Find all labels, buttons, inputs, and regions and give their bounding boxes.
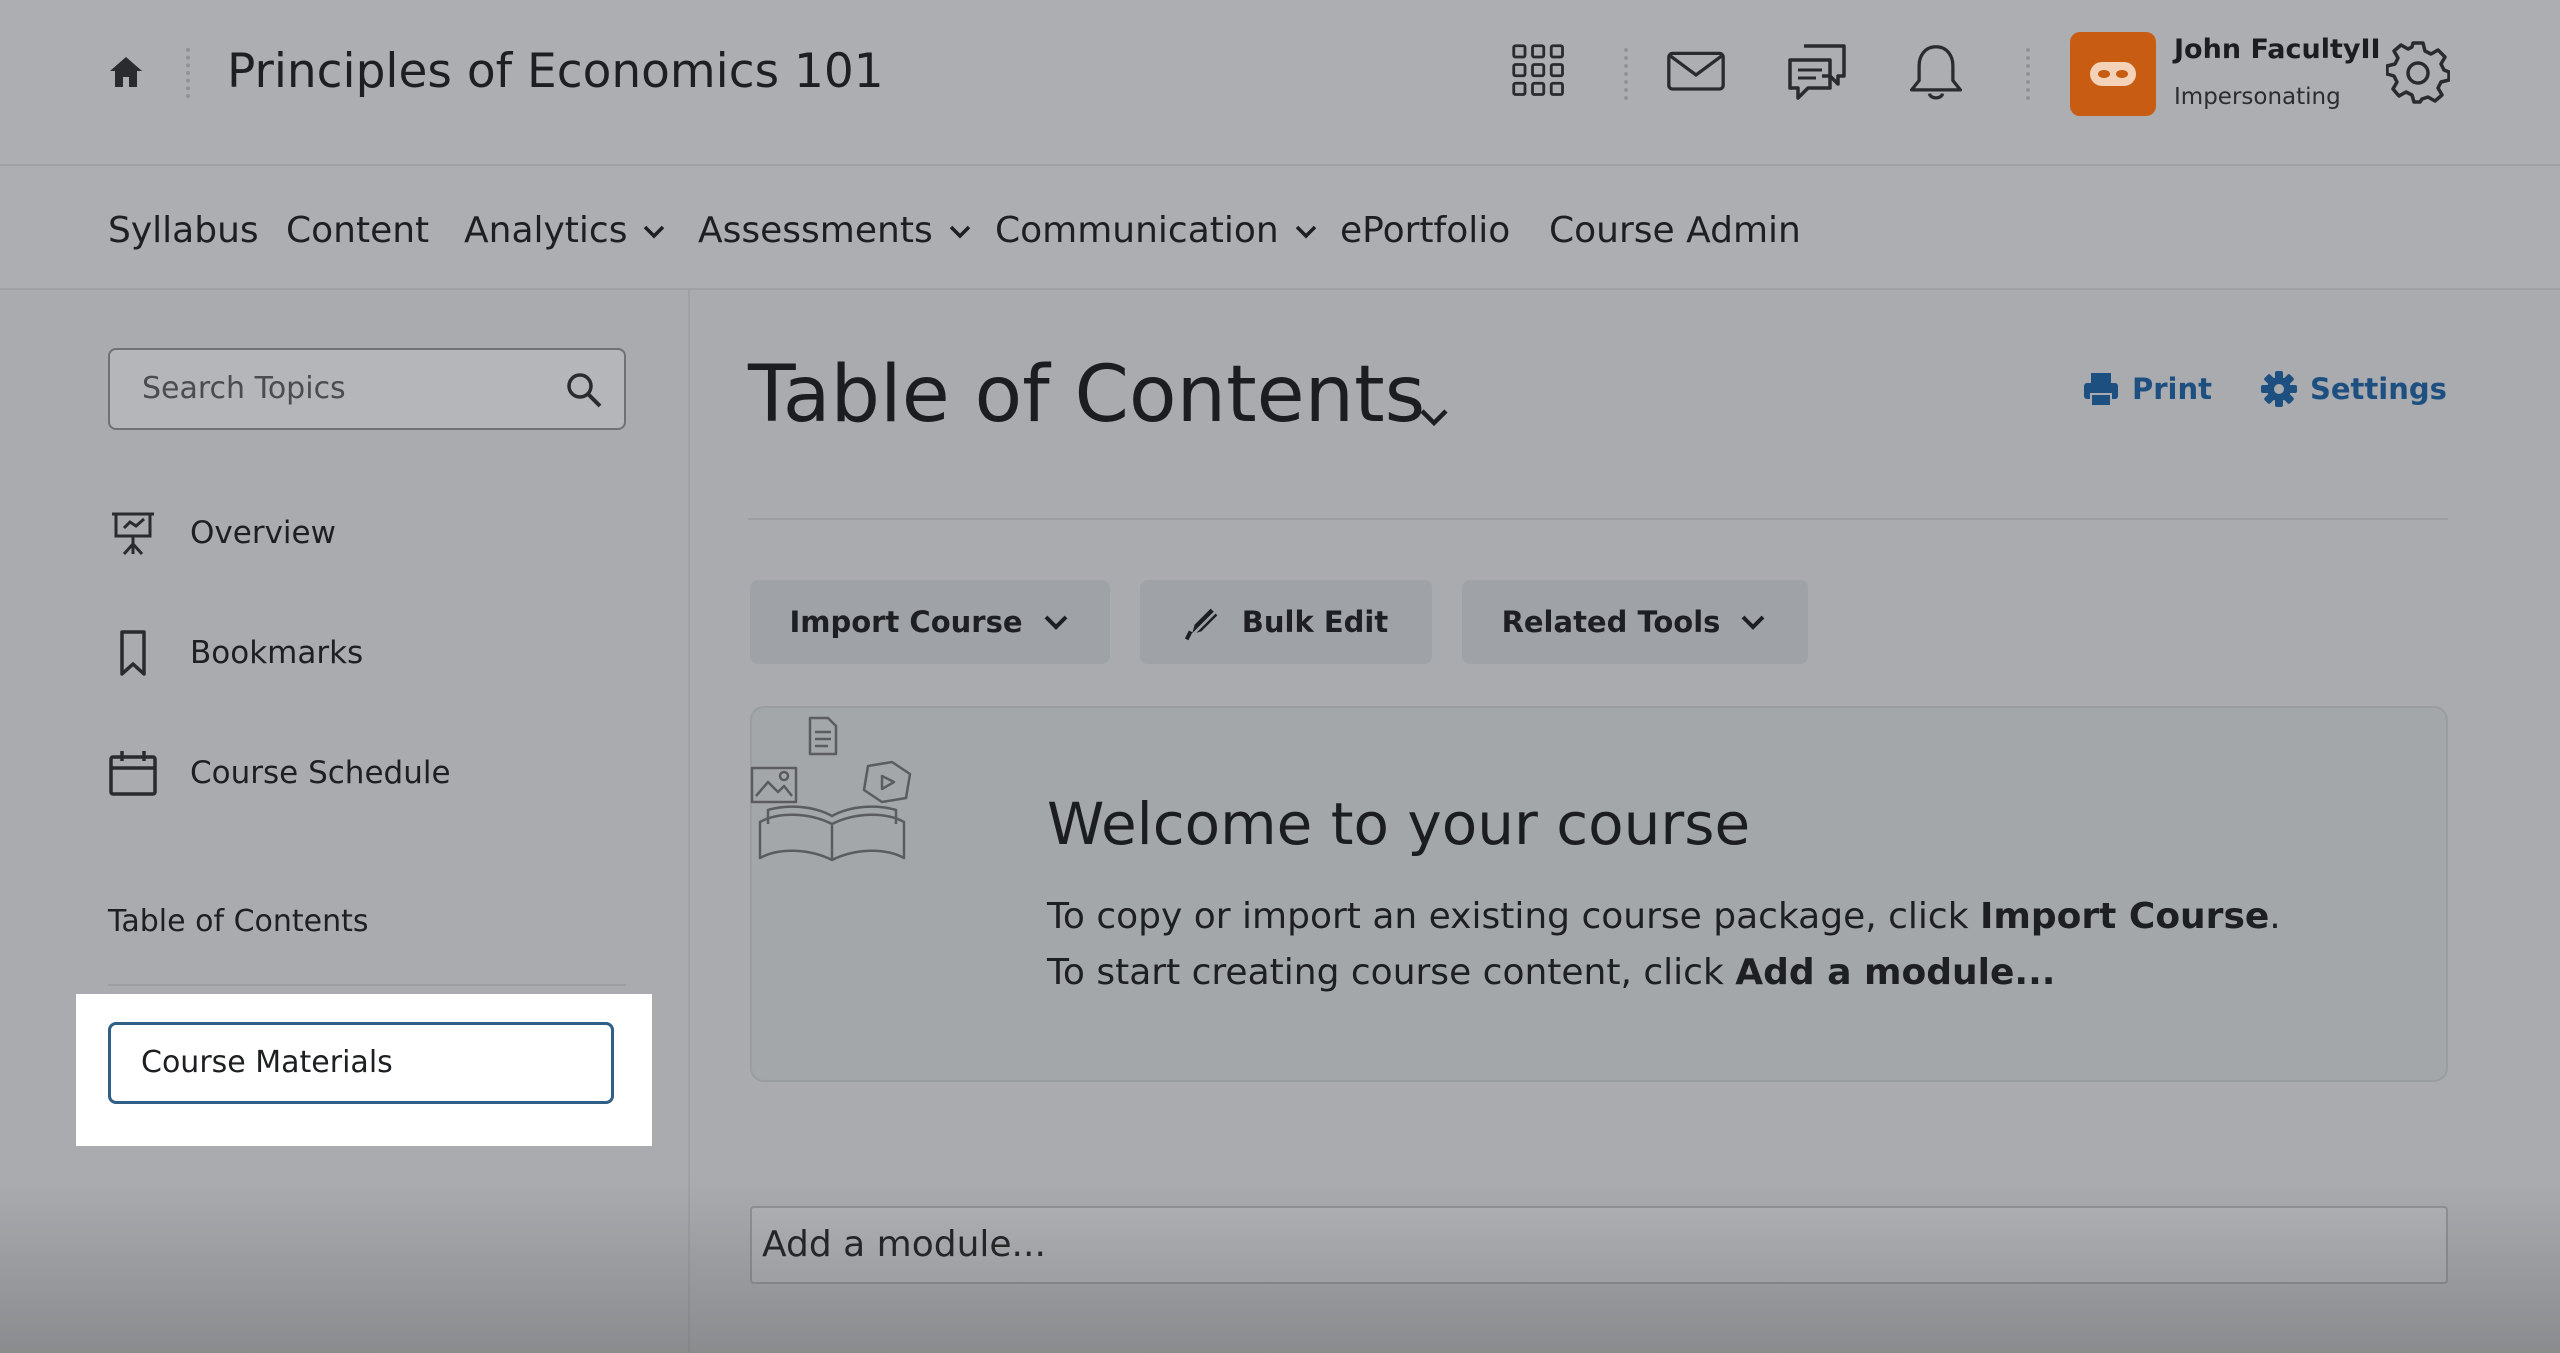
user-role: Impersonating [2174,84,2341,110]
welcome-title: Welcome to your course [1047,790,1750,858]
search-input[interactable] [140,370,544,407]
nav-syllabus[interactable]: Syllabus [108,210,259,251]
chevron-down-icon [1041,607,1071,637]
home-icon[interactable] [106,52,146,92]
sidebar-item-overview[interactable]: Overview [108,508,336,558]
chevron-down-icon [641,218,667,244]
welcome-card [750,706,2448,1082]
bookmark-icon [108,628,158,678]
search-box[interactable] [108,348,626,430]
nav-assessments[interactable]: Assessments [698,210,973,251]
presentation-icon [108,508,158,558]
chevron-down-icon [1738,607,1768,637]
bell-icon[interactable] [1906,40,1970,104]
avatar[interactable] [2070,32,2156,116]
mail-icon[interactable] [1664,44,1728,108]
chevron-down-icon[interactable] [1414,402,1454,432]
header-divider [1624,48,1628,100]
welcome-instruction-import: To copy or import an existing course pac… [1047,896,2281,937]
import-course-button[interactable]: Import Course [750,580,1110,664]
add-module-placeholder: Add a module... [762,1224,1046,1265]
nav-course-admin[interactable]: Course Admin [1549,210,1801,251]
search-icon[interactable] [564,370,604,410]
nav-content[interactable]: Content [286,210,429,251]
sidebar [0,290,690,1353]
button-label: Bulk Edit [1242,605,1388,639]
sidebar-item-label: Overview [190,515,336,551]
gear-icon[interactable] [2386,40,2450,104]
pencil-icon [1184,602,1224,642]
book-media-illustration [748,712,918,862]
settings-label: Settings [2310,372,2447,406]
toc-sidebar-heading[interactable]: Table of Contents [108,904,369,939]
page-title: Table of Contents [748,350,1425,440]
sidebar-item-course-schedule[interactable]: Course Schedule [108,748,451,798]
button-label: Import Course [789,605,1022,639]
mask-icon [2070,32,2156,116]
nav-communication[interactable]: Communication [995,210,1319,251]
gear-icon [2260,370,2298,408]
chevron-down-icon [947,218,973,244]
print-label: Print [2132,372,2212,406]
button-label: Related Tools [1502,605,1721,639]
settings-button[interactable]: Settings [2260,370,2447,408]
user-name[interactable]: John FacultyII [2174,34,2381,65]
sidebar-item-label: Bookmarks [190,635,363,671]
course-navbar: Syllabus Content Analytics Assessments C… [0,166,2560,290]
module-course-materials[interactable]: Course Materials [108,1022,614,1104]
nav-analytics[interactable]: Analytics [464,210,667,251]
module-label: Course Materials [141,1045,393,1080]
related-tools-button[interactable]: Related Tools [1462,580,1808,664]
sidebar-item-label: Course Schedule [190,755,451,791]
waffle-icon[interactable] [1510,42,1574,106]
add-module-input[interactable]: Add a module... [750,1206,2448,1284]
calendar-icon [108,748,158,798]
divider [748,518,2448,520]
printer-icon [2082,370,2120,408]
bulk-edit-button[interactable]: Bulk Edit [1140,580,1432,664]
header-divider [2026,48,2030,100]
course-title[interactable]: Principles of Economics 101 [227,44,884,99]
header-divider [186,48,190,98]
welcome-instruction-module: To start creating course content, click … [1047,952,2055,993]
chevron-down-icon [1293,218,1319,244]
nav-eportfolio[interactable]: ePortfolio [1340,210,1510,251]
print-button[interactable]: Print [2082,370,2212,408]
chat-icon[interactable] [1786,42,1850,106]
sidebar-item-bookmarks[interactable]: Bookmarks [108,628,363,678]
divider [108,984,626,986]
